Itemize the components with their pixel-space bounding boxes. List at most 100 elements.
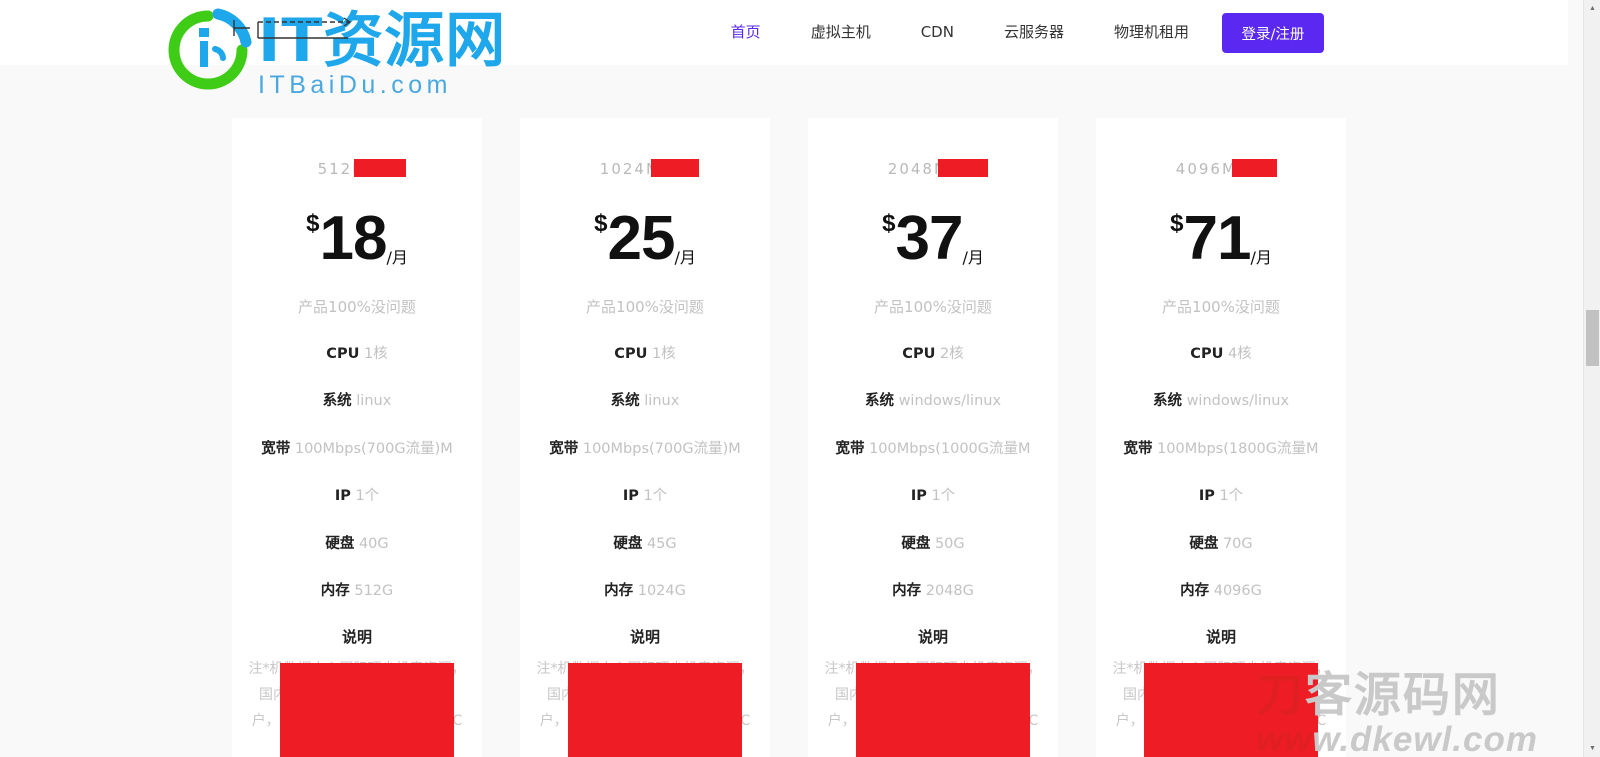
spec-value: 4096G: [1213, 582, 1262, 599]
card-title: 512MB区: [246, 158, 468, 180]
title-redaction-box: [651, 159, 699, 177]
spec-row: 系统 linux: [534, 389, 756, 414]
spec-value: 100Mbps(700G流量)M: [582, 440, 741, 457]
spec-label: 宽带: [549, 440, 579, 457]
nav-item-home[interactable]: 首页: [706, 0, 786, 65]
spec-value: 100Mbps(1000G流量M: [869, 440, 1031, 457]
card-price: $25/月: [534, 208, 756, 270]
description-redaction-box: [856, 663, 1030, 757]
pricing-card[interactable]: 1024MB区 $25/月 产品100%没问题 CPU 1核 系统 linux …: [520, 118, 770, 757]
price-amount: 18: [319, 204, 387, 273]
description-heading: 说明: [629, 628, 660, 647]
spec-label: 硬盘: [1189, 535, 1219, 552]
logo-text-block: IT资源网 ITBaiDu.com: [258, 2, 506, 100]
spec-row: CPU 4核: [1110, 342, 1332, 367]
spec-row: 硬盘 40G: [246, 532, 468, 557]
spec-label: 系统: [864, 393, 894, 410]
login-register-button[interactable]: 登录/注册: [1222, 13, 1324, 53]
spec-row: IP 1个: [534, 484, 756, 509]
description-body: 注*机数据中心国际顶尖机房资源，国内机房资源，主要面向高端用户，20年老牌机房，…: [1110, 657, 1332, 757]
spec-value: 100Mbps(700G流量)M: [294, 440, 453, 457]
spec-row: 宽带 100Mbps(1000G流量M: [822, 437, 1044, 462]
pricing-card[interactable]: 512MB区 $18/月 产品100%没问题 CPU 1核 系统 linux 宽…: [232, 118, 482, 757]
description-redaction-box: [280, 663, 454, 757]
spec-label: 硬盘: [325, 535, 355, 552]
pricing-card[interactable]: 4096MB区 $71/月 产品100%没问题 CPU 4核 系统 window…: [1096, 118, 1346, 757]
price-currency: $: [882, 210, 896, 237]
title-redaction-box: [354, 159, 406, 177]
spec-value: 1024G: [637, 582, 686, 599]
description-redaction-box: [568, 663, 742, 757]
card-price: $18/月: [246, 208, 468, 270]
site-header: IT资源网 ITBaiDu.com 首页 虚拟主机 CDN 云服务器 物理机租用…: [0, 0, 1568, 99]
card-subtitle: 产品100%没问题: [298, 298, 416, 316]
title-redaction-box: [938, 159, 988, 177]
spec-value: windows/linux: [898, 393, 1002, 410]
pricing-cards-row: 512MB区 $18/月 产品100%没问题 CPU 1核 系统 linux 宽…: [0, 118, 1568, 757]
spec-value: 512G: [354, 582, 394, 599]
spec-label: 内存: [1180, 582, 1210, 599]
scroll-up-arrow-icon[interactable]: ▲: [1584, 0, 1600, 17]
spec-label: 硬盘: [613, 535, 643, 552]
spec-list: CPU 4核 系统 windows/linux 宽带 100Mbps(1800G…: [1110, 342, 1332, 604]
spec-value: 45G: [646, 535, 677, 552]
spec-value: linux: [356, 393, 392, 410]
spec-label: 内存: [320, 582, 350, 599]
spec-label: IP: [622, 488, 639, 505]
spec-label: 硬盘: [901, 535, 931, 552]
page-scrollbar[interactable]: ▲ ▼: [1583, 0, 1600, 757]
spec-value: 4核: [1227, 346, 1252, 362]
nav-item-cdn[interactable]: CDN: [896, 0, 979, 65]
price-amount: 71: [1183, 204, 1251, 273]
description-body: 注*机数据中心国际顶尖机房资源，国内机房资源，主要面向高端用户，20年老牌机房，…: [534, 657, 756, 757]
spec-label: 宽带: [835, 440, 865, 457]
spec-value: 2核: [939, 346, 964, 362]
spec-label: 系统: [1152, 393, 1182, 410]
spec-row: 系统 windows/linux: [1110, 389, 1332, 414]
nav-item-dedicated-server[interactable]: 物理机租用: [1089, 0, 1214, 65]
nav-item-cloud-server[interactable]: 云服务器: [979, 0, 1089, 65]
spec-list: CPU 2核 系统 windows/linux 宽带 100Mbps(1000G…: [822, 342, 1044, 604]
spec-row: CPU 1核: [246, 342, 468, 367]
spec-label: CPU: [902, 346, 936, 362]
spec-row: 内存 1024G: [534, 579, 756, 604]
description-heading: 说明: [917, 628, 948, 647]
pricing-card[interactable]: 2048MB区 $37/月 产品100%没问题 CPU 2核 系统 window…: [808, 118, 1058, 757]
card-price: $37/月: [822, 208, 1044, 270]
spec-label: 系统: [610, 393, 640, 410]
description-redaction-box: [1144, 663, 1318, 757]
spec-row: 内存 2048G: [822, 579, 1044, 604]
browser-viewport: IT资源网 ITBaiDu.com 首页 虚拟主机 CDN 云服务器 物理机租用…: [0, 0, 1600, 757]
pricing-section: 512MB区 $18/月 产品100%没问题 CPU 1核 系统 linux 宽…: [0, 65, 1568, 757]
spec-label: IP: [1198, 488, 1215, 505]
spec-value: 50G: [934, 535, 965, 552]
spec-row: 宽带 100Mbps(1800G流量M: [1110, 437, 1332, 462]
spec-value: 1个: [355, 488, 380, 505]
spec-value: windows/linux: [1186, 393, 1290, 410]
spec-row: 宽带 100Mbps(700G流量)M: [534, 437, 756, 462]
price-currency: $: [594, 210, 608, 237]
card-title: 1024MB区: [534, 158, 756, 180]
spec-row: IP 1个: [1110, 484, 1332, 509]
logo-chinese-text: IT资源网: [258, 6, 507, 76]
spec-label: IP: [334, 488, 351, 505]
spec-value: 1核: [363, 346, 388, 362]
spec-label: 内存: [604, 582, 634, 599]
card-price: $71/月: [1110, 208, 1332, 270]
spec-row: 内存 512G: [246, 579, 468, 604]
site-logo[interactable]: IT资源网 ITBaiDu.com: [160, 2, 506, 112]
price-period: /月: [386, 248, 408, 267]
spec-label: CPU: [1190, 346, 1224, 362]
nav-item-virtual-hosting[interactable]: 虚拟主机: [786, 0, 896, 65]
spec-label: 系统: [322, 393, 352, 410]
spec-row: IP 1个: [246, 484, 468, 509]
spec-list: CPU 1核 系统 linux 宽带 100Mbps(700G流量)M IP 1…: [246, 342, 468, 604]
card-subtitle: 产品100%没问题: [874, 298, 992, 316]
spec-row: 硬盘 50G: [822, 532, 1044, 557]
spec-row: 硬盘 45G: [534, 532, 756, 557]
scroll-down-arrow-icon[interactable]: ▼: [1584, 740, 1600, 757]
spec-value: 1个: [643, 488, 668, 505]
scrollbar-thumb[interactable]: [1586, 310, 1599, 366]
page-content: IT资源网 ITBaiDu.com 首页 虚拟主机 CDN 云服务器 物理机租用…: [0, 0, 1568, 757]
spec-label: IP: [910, 488, 927, 505]
